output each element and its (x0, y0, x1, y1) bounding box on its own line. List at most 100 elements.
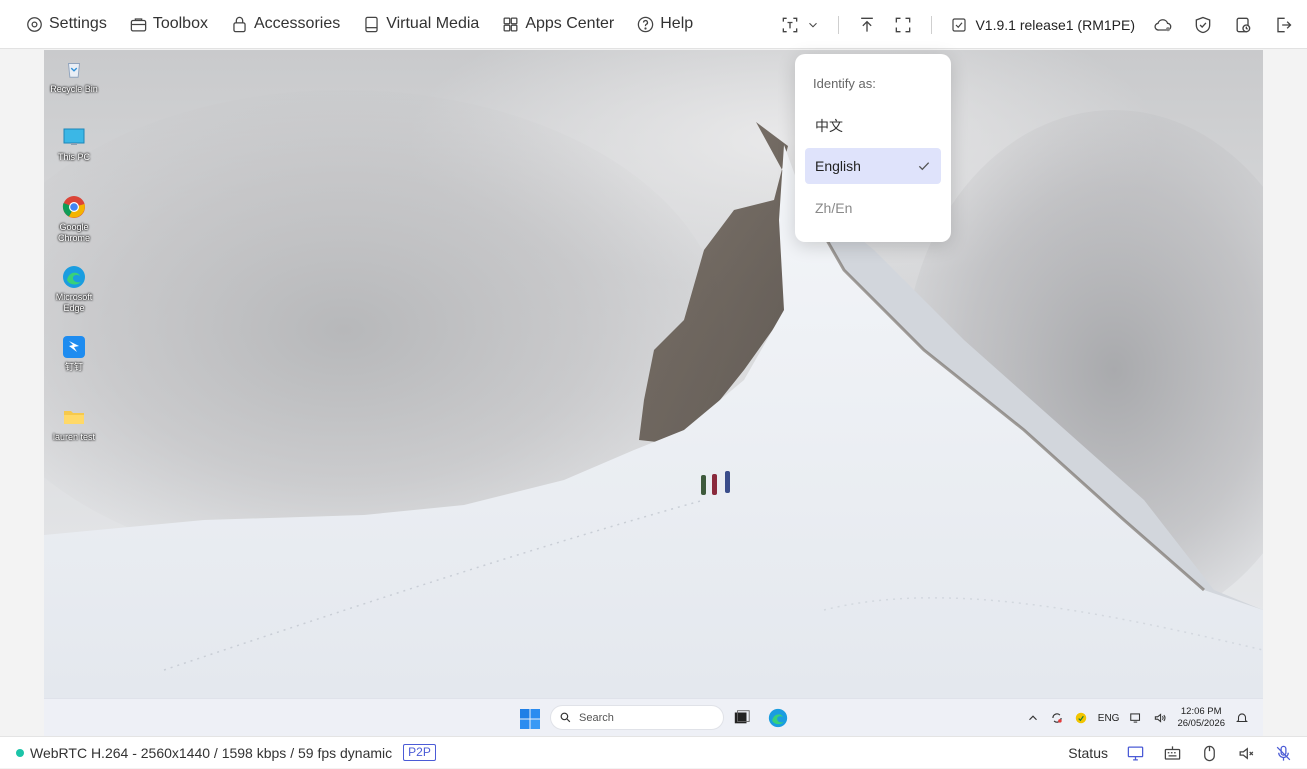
version-check-icon (952, 17, 967, 32)
identify-dropdown-toggle[interactable] (772, 0, 828, 49)
menu-accessories[interactable]: Accessories (219, 0, 351, 49)
microphone-muted-icon[interactable] (1274, 744, 1293, 763)
desktop-icon-label: lauren test (52, 432, 96, 442)
menu-virtual-media[interactable]: Virtual Media (351, 0, 490, 49)
fullscreen-button[interactable] (885, 0, 921, 49)
option-label: English (815, 158, 861, 174)
menu-apps-center-label: Apps Center (525, 15, 615, 32)
app-tray-icon[interactable] (1074, 711, 1088, 725)
desktop-icon[interactable]: This PC (44, 124, 104, 163)
desktop-icon[interactable]: Google Chrome (44, 194, 104, 244)
option-zh-en[interactable]: Zh/En (805, 190, 941, 226)
menu-settings[interactable]: Settings (14, 0, 118, 49)
chrome-icon (61, 194, 87, 220)
desktop-icon[interactable]: 钉钉 (44, 334, 104, 373)
gear-icon (27, 16, 42, 32)
task-view-button[interactable] (733, 708, 753, 728)
menu-virtual-media-label: Virtual Media (386, 15, 480, 32)
desktop-icon-label: Recycle Bin (50, 84, 98, 94)
apps-grid-icon (503, 17, 518, 31)
history-button[interactable] (1223, 0, 1263, 49)
taskbar-search[interactable]: Search (550, 705, 724, 730)
help-icon (637, 16, 654, 32)
chevron-up-icon[interactable] (1026, 711, 1040, 725)
stream-info-text: WebRTC H.264 - 2560x1440 / 1598 kbps / 5… (30, 744, 393, 761)
menu-accessories-label: Accessories (253, 15, 341, 32)
option-english[interactable]: English (805, 148, 941, 184)
logout-button[interactable] (1263, 0, 1307, 49)
cloud-icon (1154, 18, 1172, 31)
security-button[interactable] (1183, 0, 1223, 49)
option-label: 中文 (815, 118, 843, 134)
taskbar-edge[interactable] (768, 708, 788, 728)
version-label: V1.9.1 release1 (RM1PE) (975, 16, 1135, 33)
desktop-icon[interactable]: lauren test (44, 404, 104, 443)
option-chinese[interactable]: 中文 (805, 108, 941, 144)
search-icon (560, 712, 571, 723)
menu-help[interactable]: Help (625, 0, 704, 49)
toolbar-separator (931, 15, 933, 34)
mouse-icon[interactable] (1200, 744, 1219, 763)
fullscreen-icon (896, 17, 911, 32)
folder-icon (61, 404, 87, 430)
toolbar-separator (838, 15, 840, 34)
network-icon[interactable] (1129, 711, 1143, 725)
speaker-muted-icon[interactable] (1237, 744, 1256, 763)
desktop-icon[interactable]: Recycle Bin (44, 56, 104, 95)
status-controls: Status (1068, 737, 1293, 769)
logout-icon (1277, 17, 1292, 32)
wallpaper-mountain (44, 122, 1263, 698)
clock-date: 26/05/2026 (1177, 718, 1225, 729)
dingtalk-icon (61, 334, 87, 360)
remote-desktop-view[interactable]: Recycle Bin This PC Google Chrome Micros… (44, 50, 1263, 698)
option-label: Zh/En (815, 200, 853, 216)
system-tray: ENG 12:06 PM 26/05/2026 (1026, 699, 1249, 737)
status-label[interactable]: Status (1068, 745, 1108, 761)
history-icon (1236, 17, 1251, 32)
taskbar-clock[interactable]: 12:06 PM 26/05/2026 (1177, 706, 1225, 730)
bottom-status-bar: WebRTC H.264 - 2560x1440 / 1598 kbps / 5… (0, 736, 1307, 768)
edge-icon (768, 708, 788, 728)
desktop-icon[interactable]: Microsoft Edge (44, 264, 104, 314)
desktop-icon-label: Google Chrome (57, 222, 90, 243)
sync-icon[interactable] (1050, 711, 1064, 725)
input-language[interactable]: ENG (1098, 713, 1120, 724)
keyboard-icon[interactable] (1163, 744, 1182, 763)
windows-taskbar: Search ENG 12:06 PM 26/05/2026 (44, 698, 1263, 736)
monitor-icon (61, 124, 87, 150)
chevron-down-icon (809, 22, 818, 27)
toolbar-right: V1.9.1 release1 (RM1PE) (772, 0, 1307, 49)
main-menu: Settings Toolbox Accessories Virtual Med… (0, 0, 704, 49)
shield-icon (1195, 16, 1211, 33)
version-button[interactable]: V1.9.1 release1 (RM1PE) (942, 16, 1143, 34)
clock-time: 12:06 PM (1180, 706, 1222, 717)
display-icon[interactable] (1126, 744, 1145, 763)
cloud-button[interactable] (1143, 0, 1183, 49)
task-view-icon (734, 710, 750, 724)
desktop-icon-label: 钉钉 (64, 362, 83, 372)
start-button[interactable] (520, 709, 540, 729)
connection-type-badge: P2P (403, 744, 436, 761)
menu-apps-center[interactable]: Apps Center (490, 0, 625, 49)
taskbar-search-placeholder: Search (579, 711, 614, 724)
upload-icon (861, 17, 874, 32)
volume-icon[interactable] (1153, 711, 1167, 725)
menu-settings-label: Settings (49, 15, 107, 32)
desktop-icon-label: Microsoft Edge (55, 292, 93, 313)
menu-toolbox[interactable]: Toolbox (118, 0, 219, 49)
lock-bag-icon (233, 16, 246, 32)
windows-logo-icon (520, 709, 540, 729)
edge-icon (61, 264, 87, 290)
menu-help-label: Help (660, 15, 694, 32)
recycle-bin-icon (61, 56, 87, 82)
top-toolbar: Settings Toolbox Accessories Virtual Med… (0, 0, 1307, 49)
stream-info: WebRTC H.264 - 2560x1440 / 1598 kbps / 5… (0, 744, 436, 761)
check-icon (918, 162, 930, 171)
drive-icon (365, 16, 378, 32)
toolbox-icon (130, 17, 147, 31)
menu-toolbox-label: Toolbox (152, 15, 208, 32)
upload-button[interactable] (849, 0, 885, 49)
notification-icon[interactable] (1235, 711, 1249, 725)
desktop-icon-label: This PC (57, 152, 90, 162)
dropdown-title: Identify as: (813, 76, 876, 91)
